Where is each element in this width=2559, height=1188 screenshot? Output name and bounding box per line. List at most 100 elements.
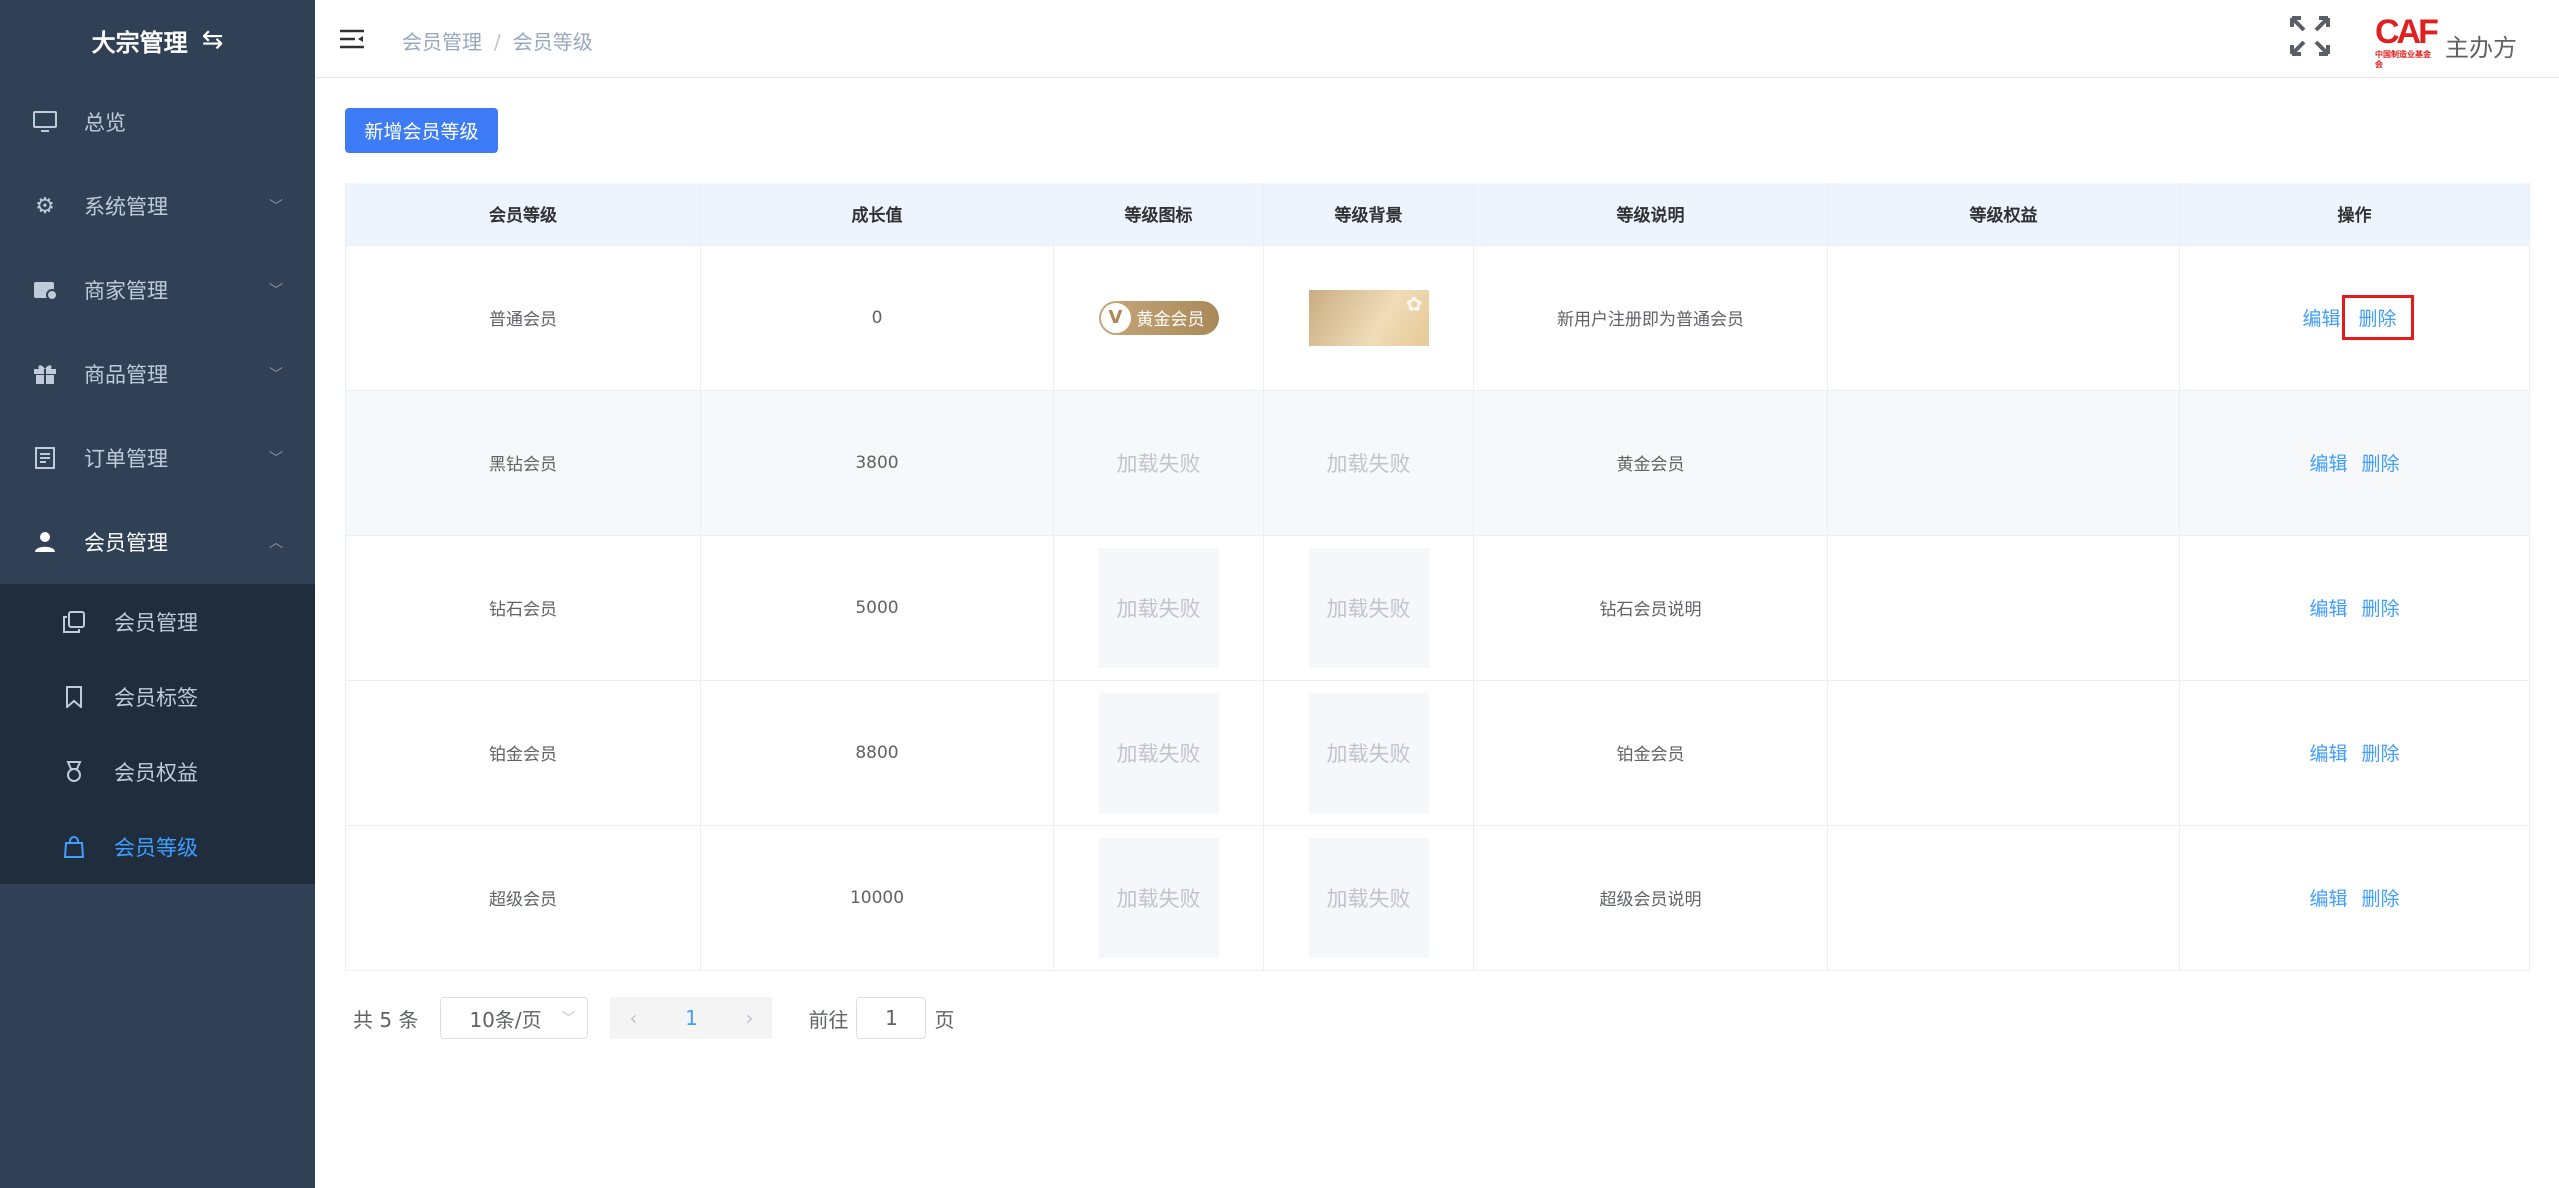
image-load-failed[interactable]: 加载失败 [1308,837,1429,958]
sidebar-item-member[interactable]: 会员管理 ︿ [0,500,315,584]
image-load-failed[interactable]: 加载失败 [1099,435,1219,491]
edit-button[interactable]: 编辑 [2309,739,2347,766]
level-name-cell: 铂金会员 [345,680,701,826]
delete-button[interactable]: 删除 [2362,449,2400,476]
breadcrumb-item[interactable]: 会员管理 [402,30,482,54]
main-content: 新增会员等级 会员等级 成长值 等级图标 等级背景 等级说明 等级权益 操作 普… [315,78,2559,1188]
edit-button[interactable]: 编辑 [2302,304,2340,331]
member-level-table: 会员等级 成长值 等级图标 等级背景 等级说明 等级权益 操作 普通会员 0 V… [345,183,2530,971]
sidebar-item-overview[interactable]: 总览 [0,80,315,164]
level-background-image[interactable] [1308,289,1429,346]
gear-icon: ⚙ [35,193,55,219]
level-icon-cell: 加载失败 [1053,390,1264,536]
logo-subtext: 中国制造业基金会 [2375,50,2431,69]
image-load-failed[interactable]: 加载失败 [1098,547,1219,668]
image-load-failed[interactable]: 加载失败 [1308,692,1429,813]
level-name-cell: 普通会员 [345,245,701,391]
table-row: 普通会员 0 V 黄金会员 新用户注册即为普通会员 编辑删除 [345,245,2530,391]
image-load-failed[interactable]: 加载失败 [1309,435,1429,491]
chevron-right-icon: › [745,1006,754,1030]
sidebar-item-goods[interactable]: 商品管理 ﹀ [0,332,315,416]
growth-value-cell: 3800 [700,390,1054,536]
prev-page-button[interactable]: ‹ [610,997,657,1039]
bag-icon [62,835,86,858]
chevron-down-icon: ﹀ [269,451,283,467]
sidebar-subitem-member-tags[interactable]: 会员标签 [0,659,315,734]
growth-value-cell: 0 [700,245,1054,391]
sidebar-item-order[interactable]: 订单管理 ﹀ [0,416,315,500]
sidebar: 大宗管理 ⇆ 总览 ⚙ 系统管理 ﹀ 商家管理 ﹀ 商品管理 ﹀ 订单管理 ﹀ [0,0,315,1188]
image-load-failed[interactable]: 加载失败 [1308,547,1429,668]
next-page-button[interactable]: › [726,997,773,1039]
pagination: 共 5 条 10条/页 ﹀ ‹ 1 › 前往 1 页 [353,996,954,1040]
level-background-cell: 加载失败 [1263,535,1474,681]
org-logo: CAF 中国制造业基金会 [2375,13,2439,72]
org-label[interactable]: 主办方 [2445,28,2517,63]
chevron-down-icon: ﹀ [269,367,283,383]
level-description-cell: 超级会员说明 [1473,825,1828,971]
edit-button[interactable]: 编辑 [2309,884,2347,911]
edit-button[interactable]: 编辑 [2309,449,2347,476]
sidebar-item-label: 会员管理 [84,531,168,555]
bookmark-icon [62,685,86,708]
sidebar-item-system[interactable]: ⚙ 系统管理 ﹀ [0,164,315,248]
delete-button[interactable]: 删除 [2362,594,2400,621]
actions-cell: 编辑 删除 [2179,680,2530,826]
page-number-current[interactable]: 1 [656,997,727,1039]
sidebar-subitem-label: 会员标签 [114,685,198,710]
sidebar-item-label: 订单管理 [84,447,168,471]
level-description-cell: 铂金会员 [1473,680,1828,826]
image-load-failed[interactable]: 加载失败 [1098,837,1219,958]
breadcrumb-current: 会员等级 [512,30,593,54]
fullscreen-icon[interactable] [2290,16,2330,66]
edit-button[interactable]: 编辑 [2309,594,2347,621]
sidebar-subitem-member-levels[interactable]: 会员等级 [0,809,315,884]
page-size-value: 10条/页 [469,1007,542,1032]
sidebar-item-label: 商家管理 [84,279,168,303]
column-header: 会员等级 [345,183,701,246]
growth-value-cell: 8800 [700,680,1054,826]
level-description-cell: 钻石会员说明 [1473,535,1828,681]
sidebar-item-merchant[interactable]: 商家管理 ﹀ [0,248,315,332]
goto-label: 前往 [808,1007,849,1032]
sidebar-subitem-member-rights[interactable]: 会员权益 [0,734,315,809]
sidebar-item-label: 商品管理 [84,363,168,387]
sidebar-subitem-label: 会员权益 [114,760,198,785]
page-size-select[interactable]: 10条/页 ﹀ [440,997,589,1039]
column-header: 等级图标 [1053,183,1264,246]
logo-text: CAF [2375,13,2439,51]
table-row: 钻石会员 5000 加载失败 加载失败 钻石会员说明 编辑 删除 [345,535,2530,681]
level-badge-image[interactable]: V 黄金会员 [1098,300,1219,335]
delete-button[interactable]: 删除 [2362,739,2400,766]
breadcrumb-separator: / [494,30,501,54]
add-member-level-button[interactable]: 新增会员等级 [345,108,498,153]
chevron-down-icon: ﹀ [269,283,283,299]
level-name-cell: 钻石会员 [345,535,701,681]
level-name-cell: 黑钻会员 [345,390,701,536]
document-icon [32,447,58,469]
level-background-cell: 加载失败 [1263,680,1474,826]
chevron-down-icon: ﹀ [561,1011,576,1027]
delete-button[interactable]: 删除 [2362,884,2400,911]
level-background-cell: 加载失败 [1263,825,1474,971]
swap-icon[interactable]: ⇆ [202,25,224,55]
sidebar-item-label: 总览 [84,111,126,135]
sidebar-subitem-member-list[interactable]: 会员管理 [0,584,315,659]
image-load-failed[interactable]: 加载失败 [1098,692,1219,813]
user-icon [32,531,58,553]
goto-page-input[interactable]: 1 [856,997,927,1039]
level-description-cell: 新用户注册即为普通会员 [1473,245,1828,391]
sidebar-subitem-label: 会员等级 [114,835,198,860]
copy-icon [62,610,86,633]
level-rights-cell [1827,245,2180,391]
level-background-cell: 加载失败 [1263,390,1474,536]
hamburger-icon[interactable] [339,24,365,57]
level-rights-cell [1827,535,2180,681]
member-submenu: 会员管理 会员标签 会员权益 会员等级 [0,584,315,884]
gift-icon [32,363,58,385]
delete-button[interactable]: 删除 [2341,295,2414,340]
level-icon-cell: 加载失败 [1053,535,1264,681]
actions-cell: 编辑 删除 [2179,390,2530,536]
column-header: 等级说明 [1473,183,1828,246]
table-row: 黑钻会员 3800 加载失败 加载失败 黄金会员 编辑 删除 [345,390,2530,536]
